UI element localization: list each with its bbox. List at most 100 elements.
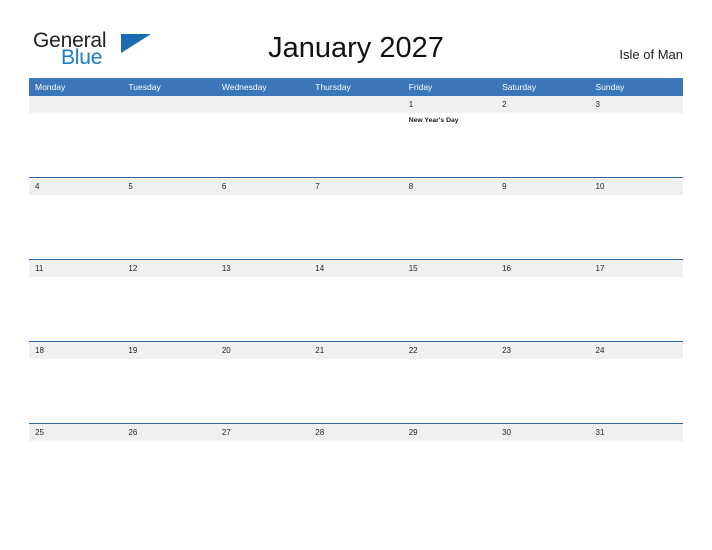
- day-number: 24: [595, 346, 605, 355]
- event-cell[interactable]: [496, 359, 589, 423]
- day-cell[interactable]: 21: [309, 342, 402, 359]
- day-number: 6: [221, 182, 227, 191]
- week-date-band: 25 26 27 28 29 30 31: [29, 424, 683, 441]
- day-number: 30: [502, 428, 512, 437]
- week-row: 25 26 27 28 29 30 31: [29, 423, 683, 505]
- week-row: 11 12 13 14 15 16 17: [29, 259, 683, 341]
- event-cell[interactable]: [590, 277, 683, 341]
- day-number: 12: [128, 264, 138, 273]
- weekday-header-wednesday: Wednesday: [221, 82, 267, 92]
- day-cell[interactable]: 18: [29, 342, 122, 359]
- event-cell[interactable]: [29, 441, 122, 505]
- day-cell[interactable]: 5: [122, 178, 215, 195]
- day-cell[interactable]: 11: [29, 260, 122, 277]
- day-cell[interactable]: 3: [590, 96, 683, 113]
- event-cell[interactable]: [122, 277, 215, 341]
- day-cell[interactable]: 19: [122, 342, 215, 359]
- day-cell[interactable]: 2: [496, 96, 589, 113]
- day-cell[interactable]: 24: [590, 342, 683, 359]
- page-title: January 2027: [268, 32, 444, 64]
- week-date-band: 11 12 13 14 15 16 17: [29, 260, 683, 277]
- day-cell[interactable]: 29: [403, 424, 496, 441]
- day-number: 14: [315, 264, 325, 273]
- event-cell[interactable]: [496, 113, 589, 177]
- day-cell[interactable]: 1: [403, 96, 496, 113]
- week-row: 4 5 6 7 8 9 10: [29, 177, 683, 259]
- calendar-grid: Monday Tuesday Wednesday Thursday Friday…: [29, 78, 683, 505]
- event-cell[interactable]: [590, 195, 683, 259]
- day-number: 18: [35, 346, 44, 355]
- day-cell[interactable]: 27: [216, 424, 309, 441]
- day-number: 2: [502, 100, 507, 109]
- day-number: 10: [595, 182, 605, 191]
- day-cell[interactable]: [122, 96, 215, 113]
- week-event-band: [29, 359, 683, 423]
- event-cell[interactable]: [216, 195, 309, 259]
- event-cell[interactable]: [122, 359, 215, 423]
- weekday-header-friday: Friday: [408, 82, 433, 92]
- day-number: 8: [408, 182, 414, 191]
- day-cell[interactable]: 30: [496, 424, 589, 441]
- event-cell[interactable]: [309, 359, 402, 423]
- event-cell[interactable]: [309, 113, 402, 177]
- event-cell[interactable]: [216, 441, 309, 505]
- day-cell[interactable]: 31: [590, 424, 683, 441]
- day-cell[interactable]: 7: [309, 178, 402, 195]
- event-cell[interactable]: [122, 113, 215, 177]
- day-number: 4: [35, 182, 40, 191]
- day-cell[interactable]: 20: [216, 342, 309, 359]
- day-cell[interactable]: 16: [496, 260, 589, 277]
- day-number: 26: [128, 428, 138, 437]
- day-number: 1: [408, 100, 414, 109]
- event-cell[interactable]: New Year's Day: [403, 113, 496, 177]
- event-cell[interactable]: [216, 113, 309, 177]
- event-cell[interactable]: [496, 195, 589, 259]
- event-cell[interactable]: [309, 195, 402, 259]
- event-cell[interactable]: [309, 277, 402, 341]
- event-cell[interactable]: [590, 359, 683, 423]
- event-cell[interactable]: [590, 113, 683, 177]
- day-cell[interactable]: 25: [29, 424, 122, 441]
- event-cell[interactable]: [403, 359, 496, 423]
- day-cell[interactable]: [309, 96, 402, 113]
- event-cell[interactable]: [403, 441, 496, 505]
- day-cell[interactable]: 4: [29, 178, 122, 195]
- event-cell[interactable]: [122, 195, 215, 259]
- day-cell[interactable]: 14: [309, 260, 402, 277]
- day-number: 22: [408, 346, 418, 355]
- day-number: 11: [35, 264, 44, 273]
- day-number: 25: [35, 428, 44, 437]
- day-cell[interactable]: [29, 96, 122, 113]
- event-cell[interactable]: [29, 113, 122, 177]
- day-number: 3: [595, 100, 600, 109]
- event-cell[interactable]: [29, 277, 122, 341]
- day-cell[interactable]: 22: [403, 342, 496, 359]
- day-cell[interactable]: 15: [403, 260, 496, 277]
- event-cell[interactable]: [122, 441, 215, 505]
- day-number: 28: [315, 428, 325, 437]
- event-cell[interactable]: [29, 359, 122, 423]
- event-cell[interactable]: [496, 277, 589, 341]
- event-cell[interactable]: [403, 195, 496, 259]
- day-cell[interactable]: 8: [403, 178, 496, 195]
- day-cell[interactable]: [216, 96, 309, 113]
- day-cell[interactable]: 26: [122, 424, 215, 441]
- weekday-header-saturday: Saturday: [502, 82, 537, 92]
- event-cell[interactable]: [29, 195, 122, 259]
- day-cell[interactable]: 13: [216, 260, 309, 277]
- week-date-band: 4 5 6 7 8 9 10: [29, 178, 683, 195]
- day-cell[interactable]: 12: [122, 260, 215, 277]
- event-cell[interactable]: [590, 441, 683, 505]
- weekday-header-row: Monday Tuesday Wednesday Thursday Friday…: [29, 78, 683, 96]
- day-cell[interactable]: 23: [496, 342, 589, 359]
- event-cell[interactable]: [216, 277, 309, 341]
- event-cell[interactable]: [496, 441, 589, 505]
- day-cell[interactable]: 17: [590, 260, 683, 277]
- day-cell[interactable]: 9: [496, 178, 589, 195]
- day-cell[interactable]: 10: [590, 178, 683, 195]
- event-cell[interactable]: [309, 441, 402, 505]
- event-cell[interactable]: [216, 359, 309, 423]
- day-cell[interactable]: 6: [216, 178, 309, 195]
- day-cell[interactable]: 28: [309, 424, 402, 441]
- event-cell[interactable]: [403, 277, 496, 341]
